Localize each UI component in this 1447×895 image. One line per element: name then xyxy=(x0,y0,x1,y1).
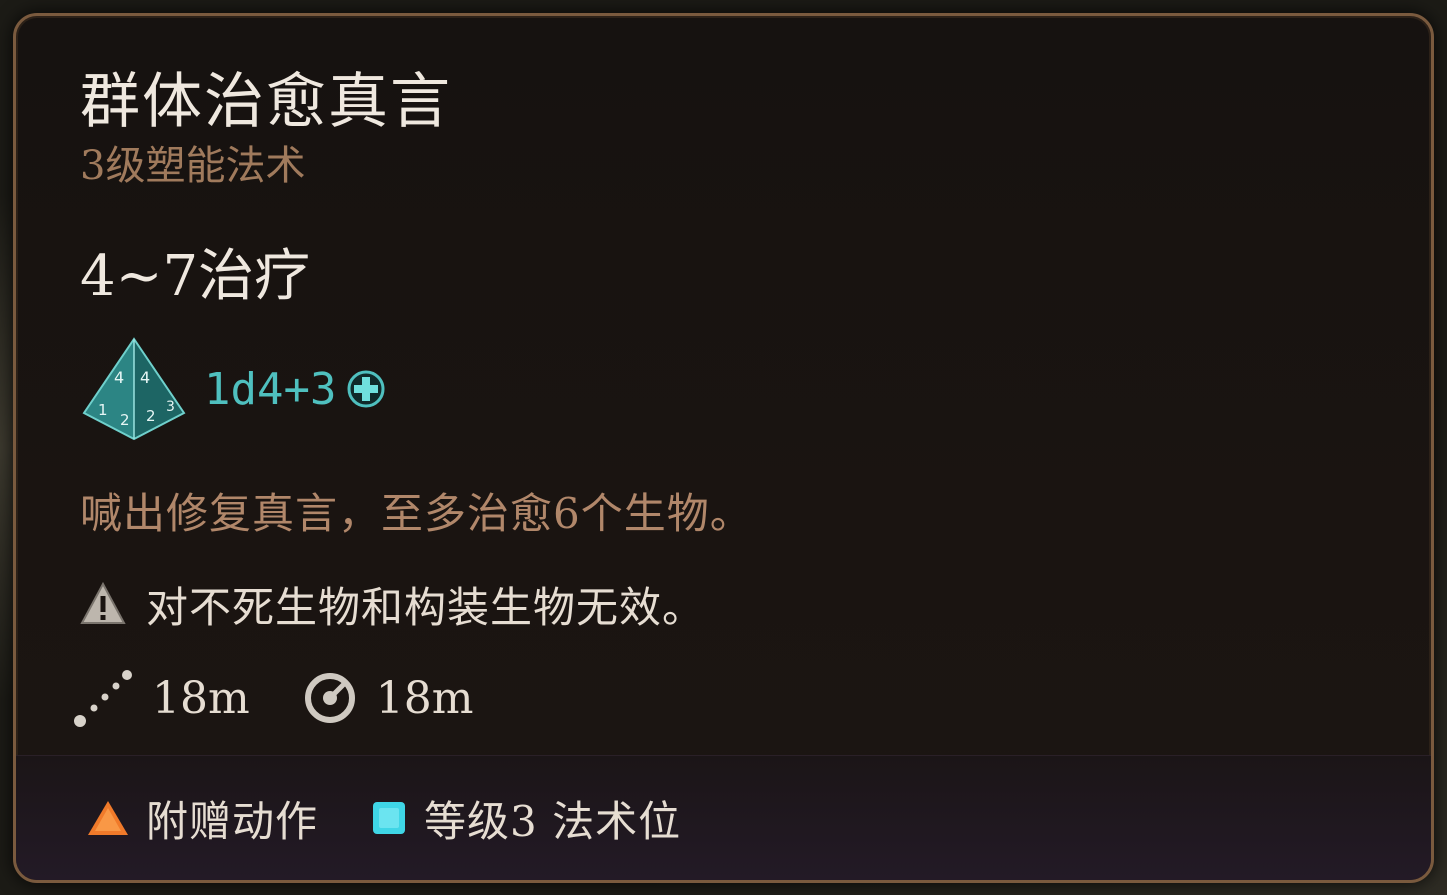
action-cost: 附赠动作 xyxy=(146,796,319,846)
dice-row: 4 4 1 2 2 3 1d4+3 xyxy=(80,334,386,444)
spell-slot-square-icon xyxy=(373,802,406,834)
spell-name: 群体治愈真言 xyxy=(80,67,452,137)
svg-text:3: 3 xyxy=(166,399,175,415)
svg-text:1: 1 xyxy=(98,401,108,419)
bonus-action-triangle-icon xyxy=(88,801,128,835)
cost-footer: 附赠动作 等级3 法术位 xyxy=(16,755,1431,880)
warning-text: 对不死生物和构装生物无效。 xyxy=(146,582,706,632)
slot-cost: 等级3 法术位 xyxy=(424,796,682,846)
radius-value: 18m xyxy=(375,672,474,724)
d4-die-icon: 4 4 1 2 2 3 xyxy=(82,337,186,441)
heal-plus-icon xyxy=(347,370,385,408)
cost-row: 附赠动作 等级3 法术位 xyxy=(86,790,681,846)
range-row: 18m 18m xyxy=(72,666,473,730)
heal-amount: 4~7治疗 xyxy=(80,244,311,309)
spell-tooltip: 群体治愈真言 3级塑能法术 4~7治疗 4 4 1 2 2 3 1d4+3 喊出… xyxy=(13,13,1434,883)
spell-description: 喊出修复真言，至多治愈6个生物。 xyxy=(80,489,753,538)
svg-text:4: 4 xyxy=(140,368,150,387)
svg-text:2: 2 xyxy=(146,407,156,425)
radius-icon xyxy=(304,673,355,723)
dice-formula: 1d4+3 xyxy=(204,363,337,415)
svg-text:2: 2 xyxy=(120,411,130,429)
range-value: 18m xyxy=(152,672,250,724)
warning-icon xyxy=(80,581,126,624)
spell-level-school: 3级塑能法术 xyxy=(80,143,306,189)
range-icon xyxy=(74,670,132,727)
svg-text:4: 4 xyxy=(114,368,124,387)
warning-row: 对不死生物和构装生物无效。 xyxy=(80,576,705,632)
